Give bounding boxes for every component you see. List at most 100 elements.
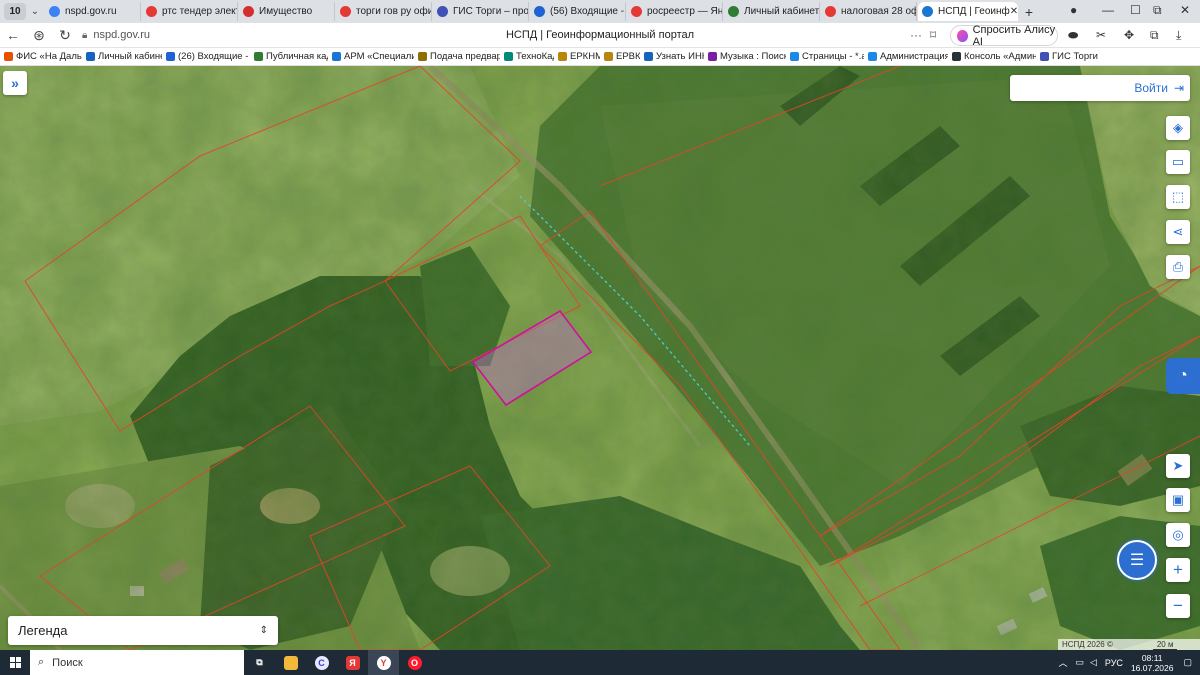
locate-button[interactable]: ➤ [1166,454,1190,478]
shield-icon[interactable]: ⬬ [1068,28,1078,43]
tab-list-chevron-icon[interactable]: ⌄ [26,6,44,17]
bookmark-favicon-icon [604,52,613,61]
legend-selector[interactable]: Легенда ⇕ [8,616,278,645]
zoom-out-button[interactable]: − [1166,594,1190,618]
side-assistant-tab[interactable]: ◔ [1166,358,1200,394]
clock[interactable]: 08:11 16.07.2026 [1131,653,1174,673]
protect-icon[interactable]: ⊛ [26,27,52,44]
map-attribution: НСПД 2026 © 20 м [1058,639,1200,650]
bookmark-label: Узнать ИНН [656,51,704,62]
minimize-button[interactable]: — [1102,3,1114,17]
bookmark-item[interactable]: Узнать ИНН [640,51,704,62]
bookmark-label: ГИС Торги – [1052,51,1098,62]
ask-alice-label: Спросить Алису AI [972,23,1056,48]
download-icon[interactable]: ⤓ [1176,28,1181,43]
bookmark-label: ЕРВК [616,51,640,62]
globe-icon [49,6,60,17]
network-icon[interactable]: ▭ [1075,657,1084,668]
volume-icon[interactable]: ◁ [1090,657,1097,668]
bookmark-item[interactable]: Страницы - *.amu [786,51,864,62]
browser-tab[interactable]: (56) Входящие - П [530,2,626,21]
bookmark-item[interactable]: ЕРКНМ [554,51,600,62]
clock-date: 16.07.2026 [1130,662,1174,673]
task-view-icon: ⧉ [256,657,263,667]
print-button[interactable]: ⎙ [1166,255,1190,279]
bookmark-favicon-icon [1040,52,1049,61]
browser-tab[interactable]: ртс тендер электр [142,2,238,21]
url-field[interactable]: 🔒︎ nspd.gov.ru [82,25,862,45]
bookmark-item[interactable]: ФИС «На Дальни [0,51,82,62]
browser-tab[interactable]: ГИС Торги – прод [433,2,529,21]
close-window-button[interactable]: ✕ [1180,3,1190,17]
minimap-button[interactable]: ▣ [1166,488,1190,512]
taskbar-app-yandex-browser[interactable]: Y [368,650,399,675]
search-placeholder: Поиск [52,656,83,669]
expand-panel-button[interactable]: » [3,71,27,95]
ask-alice-button[interactable]: Спросить Алису AI [950,23,1058,48]
yandex-icon [146,6,157,17]
chat-button[interactable]: ☰ [1117,540,1157,580]
profile-icon[interactable]: ● [1070,3,1077,17]
reload-icon[interactable]: ↻ [52,27,78,44]
browser-tab[interactable]: nspd.gov.ru [45,2,141,21]
bookmark-manager-icon[interactable]: ☐ [1130,3,1141,17]
taskbar-app-opera[interactable]: O [399,650,430,675]
bookmark-label: ЕРКНМ [570,51,600,62]
map-view[interactable]: » Войти ⇥ ◈ ▭ ⬚ ⋖ ⎙ ◔ ➤ ▣ ◎ + − ☰ Легенд… [0,66,1200,650]
login-panel[interactable]: Войти ⇥ [1010,75,1190,101]
bookmark-item[interactable]: ЕРВК [600,51,640,62]
browser-tab[interactable]: торги гов ру офиц [336,2,432,21]
tray-chevron-icon[interactable]: ︿ [1058,656,1067,669]
close-tab-icon[interactable]: ✕ [1010,6,1018,17]
language-indicator[interactable]: РУС [1105,658,1123,668]
bookmark-item[interactable]: АРМ «Специалис [328,51,414,62]
puzzle-icon[interactable]: ✥ [1124,28,1134,42]
bookmark-icon[interactable]: ⌑ [930,28,936,42]
login-label: Войти [1134,81,1168,95]
browser-tab[interactable]: НСПД | Геоинф ✕ [918,2,1018,21]
bookmark-item[interactable]: Подача предвари [414,51,500,62]
taskbar-search[interactable]: ⌕ Поиск [30,650,244,675]
tab-count-badge[interactable]: 10 [4,3,26,20]
bookmark-item[interactable]: ТехноКад [500,51,554,62]
tab-label: ГИС Торги – прод [453,6,529,17]
bookmark-item[interactable]: Личный кабинет [82,51,162,62]
restore-button[interactable]: ⧉ [1153,3,1162,18]
more-icon[interactable]: ··· [910,28,922,42]
taskbar-app-c[interactable]: C [306,650,337,675]
notifications-icon[interactable]: ▢ [1183,657,1192,668]
back-icon[interactable]: ← [0,27,26,43]
bookmark-item[interactable]: Консоль «Админ [948,51,1036,62]
bookmark-label: Музыка : Поиск - [720,51,786,62]
bookmark-item[interactable]: Музыка : Поиск - [704,51,786,62]
navigation-arrow-icon: ➤ [1172,458,1184,473]
bookmark-item[interactable]: Публичная кадас [250,51,328,62]
collections-icon[interactable]: ⧉ [1150,28,1159,43]
chat-icon: ☰ [1129,552,1145,569]
nspd-icon [922,6,933,17]
geolocation-button[interactable]: ◎ [1166,523,1190,547]
bookmark-item[interactable]: (26) Входящие - П [162,51,250,62]
extension-icon[interactable]: ✂ [1096,28,1106,42]
tab-label: НСПД | Геоинф [938,6,1010,17]
taskbar-app-yandex[interactable]: Я [337,650,368,675]
emblem-icon [437,6,448,17]
browser-tab[interactable]: росреестр — Янде [627,2,723,21]
share-button[interactable]: ⋖ [1166,220,1190,244]
yandex-icon [340,6,351,17]
task-view-button[interactable]: ⧉ [244,650,275,675]
bookmark-item[interactable]: ГИС Торги – [1036,51,1098,62]
bookmark-favicon-icon [86,52,95,61]
bookmark-item[interactable]: Администрация [864,51,948,62]
measure-button[interactable]: ▭ [1166,150,1190,174]
browser-tab[interactable]: Личный кабинет [724,2,820,21]
select-area-button[interactable]: ⬚ [1166,185,1190,209]
zoom-in-button[interactable]: + [1166,558,1190,582]
bookmark-label: Администрация [880,51,948,62]
new-tab-button[interactable]: + [1018,4,1040,20]
start-button[interactable] [0,657,30,668]
taskbar-app-explorer[interactable] [275,650,306,675]
browser-tab[interactable]: Имущество [239,2,335,21]
browser-tab[interactable]: налоговая 28 офи [821,2,917,21]
layers-button[interactable]: ◈ [1166,116,1190,140]
